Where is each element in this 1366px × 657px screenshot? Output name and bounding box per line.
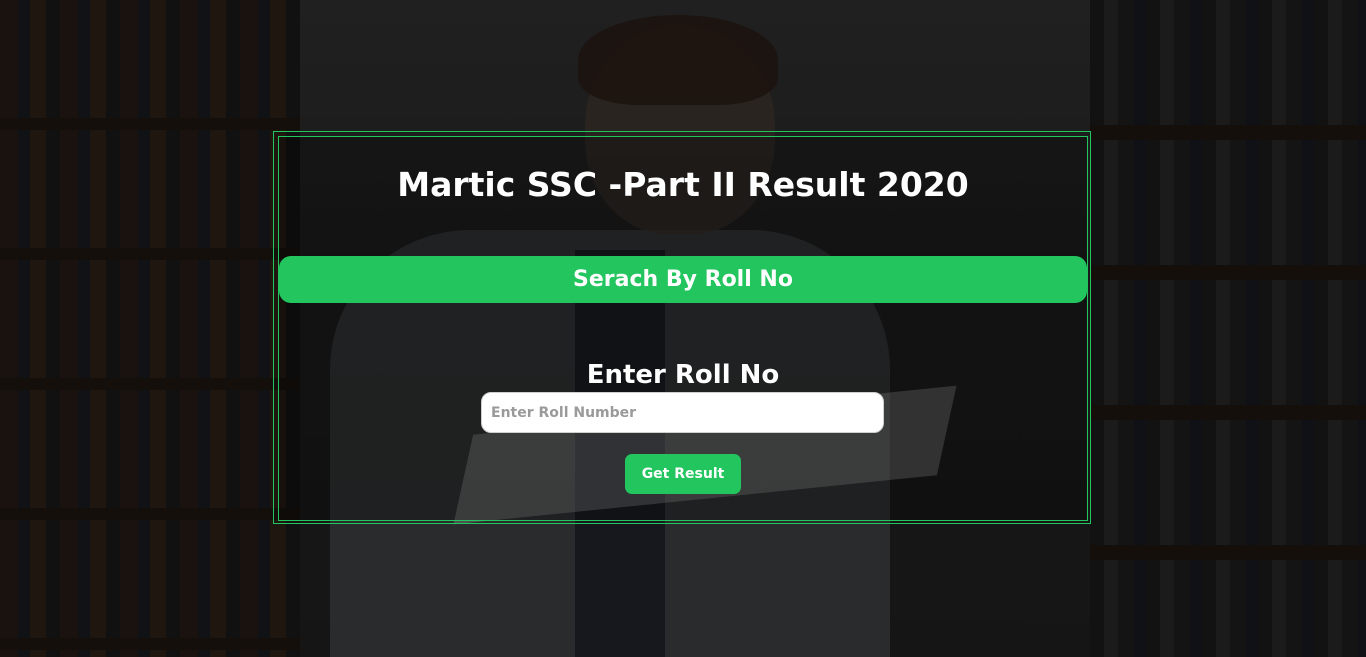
- get-result-button[interactable]: Get Result: [625, 454, 741, 494]
- page-title: Martic SSC -Part II Result 2020: [397, 165, 969, 204]
- search-mode-banner: Serach By Roll No: [279, 256, 1087, 303]
- roll-number-input[interactable]: [481, 392, 884, 433]
- roll-input-label: Enter Roll No: [586, 360, 780, 390]
